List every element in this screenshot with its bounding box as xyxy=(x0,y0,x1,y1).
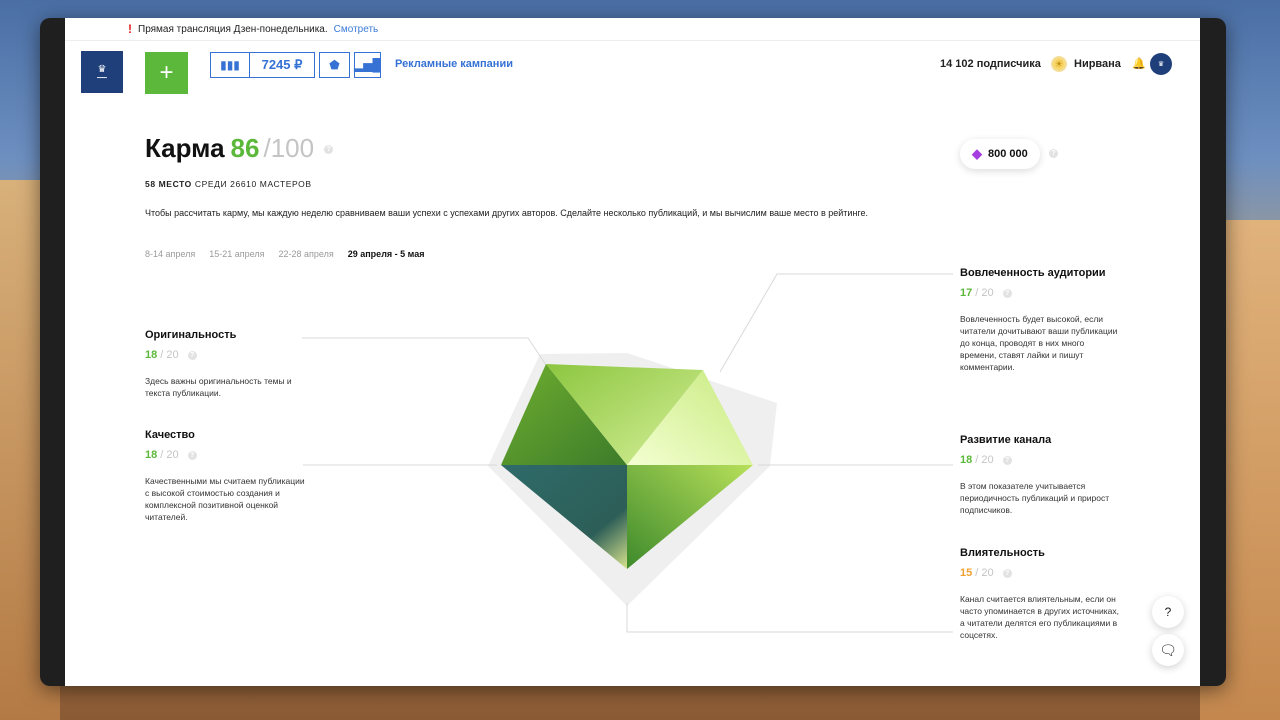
metric-title: Влиятельность xyxy=(960,547,1045,559)
help-button[interactable]: ? xyxy=(1152,596,1184,628)
help-icon[interactable]: ? xyxy=(187,450,197,460)
metric-score: 18/ 20? xyxy=(960,454,1120,466)
metric-title: Оригинальность xyxy=(145,329,237,341)
metric-max: / 20 xyxy=(975,567,994,579)
metric-originality: Оригинальность 18/ 20? Здесь важны ориги… xyxy=(145,329,310,399)
metric-description: Канал считается влиятельным, если он час… xyxy=(960,594,1119,640)
metric-value: 15 xyxy=(960,567,973,579)
metric-growth: Развитие канала 18/ 20? В этом показател… xyxy=(960,434,1120,516)
metric-quality: Качество 18/ 20? Качественными мы считае… xyxy=(145,429,310,523)
metric-title: Развитие канала xyxy=(960,434,1052,446)
metric-max: / 20 xyxy=(975,287,994,299)
metric-value: 18 xyxy=(145,349,158,361)
metric-value: 17 xyxy=(960,287,973,299)
metric-value: 18 xyxy=(145,449,158,461)
chat-support-icon[interactable]: 🗨 xyxy=(1152,634,1184,666)
metric-value: 18 xyxy=(960,454,973,466)
metric-score: 18/ 20? xyxy=(145,449,310,461)
metric-description: В этом показателе учитывается периодично… xyxy=(960,481,1110,515)
help-icon[interactable]: ? xyxy=(1002,568,1012,578)
metric-description: Качественными мы считаем публикации с вы… xyxy=(145,476,305,522)
metric-description: Здесь важны оригинальность темы и текста… xyxy=(145,376,292,398)
leader-line xyxy=(626,603,953,633)
metric-score: 17/ 20? xyxy=(960,287,1120,299)
metric-score: 15/ 20? xyxy=(960,567,1120,579)
metric-max: / 20 xyxy=(975,454,994,466)
metric-max: / 20 xyxy=(160,449,179,461)
metric-title: Качество xyxy=(145,429,195,441)
help-icon[interactable]: ? xyxy=(1002,455,1012,465)
metric-influence: Влиятельность 15/ 20? Канал считается вл… xyxy=(960,547,1120,641)
metric-title: Вовлеченность аудитории xyxy=(960,267,1106,279)
metric-engagement: Вовлеченность аудитории 17/ 20? Вовлечен… xyxy=(960,267,1120,373)
leader-line xyxy=(302,337,549,369)
help-icon[interactable]: ? xyxy=(1002,288,1012,298)
metric-max: / 20 xyxy=(160,349,179,361)
help-icon[interactable]: ? xyxy=(187,350,197,360)
zen-studio-page: ! Прямая трансляция Дзен-понедельника. С… xyxy=(65,18,1200,686)
metric-description: Вовлеченность будет высокой, если читате… xyxy=(960,314,1118,372)
metric-score: 18/ 20? xyxy=(145,349,310,361)
leader-line xyxy=(719,273,953,373)
